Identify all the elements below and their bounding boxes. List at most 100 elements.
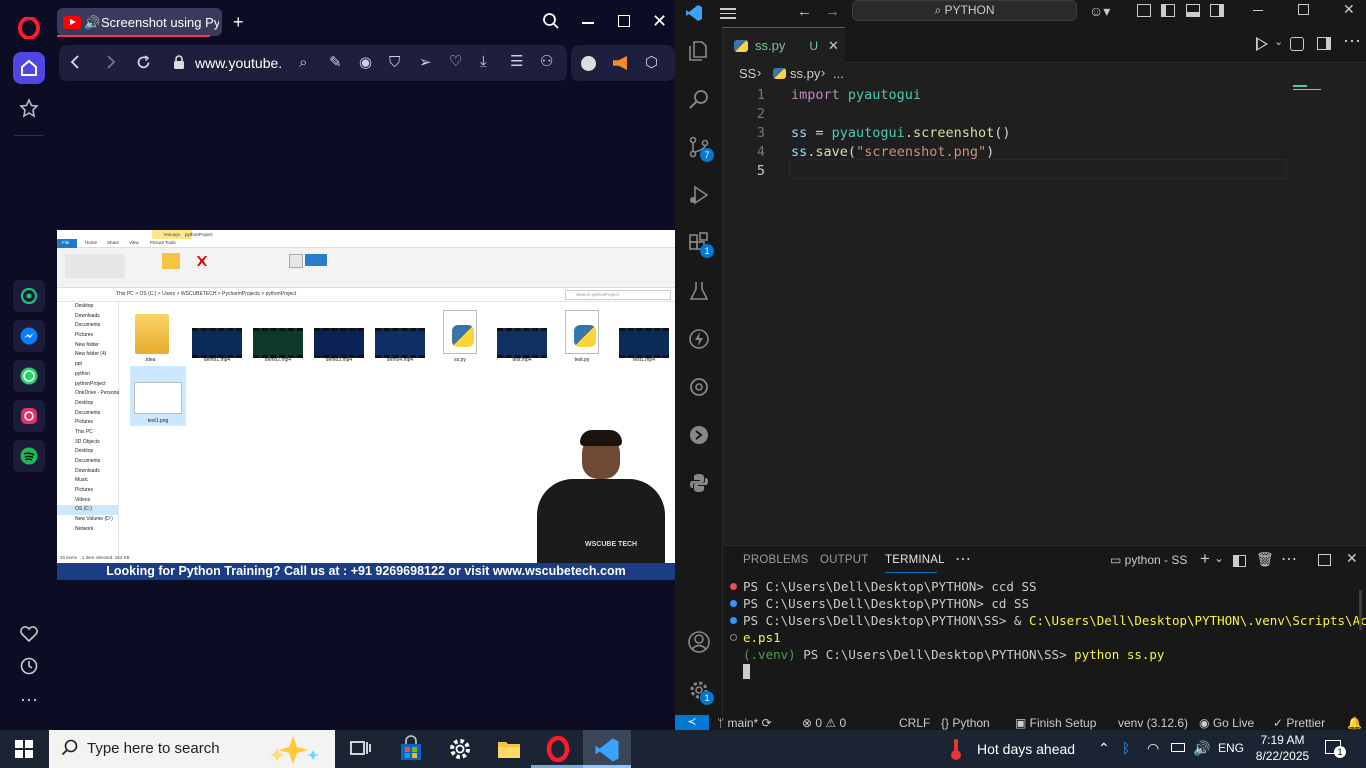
url-input[interactable] [195, 53, 285, 73]
terminal-instance[interactable]: ▭ python - SS [1110, 553, 1187, 567]
lightning-icon[interactable] [687, 327, 711, 351]
run-debug-icon[interactable] [687, 183, 711, 207]
vscode-close-icon[interactable]: ✕ [1343, 1, 1355, 18]
vscode-taskbar-active[interactable] [583, 730, 631, 768]
bluetooth-icon[interactable]: ᛒ [1122, 740, 1130, 756]
vscode-maximize-icon[interactable] [1298, 4, 1309, 15]
kill-terminal-icon[interactable]: 🗑 [1256, 551, 1274, 568]
ext-cube-icon[interactable]: ⬡ [645, 55, 658, 70]
instagram-icon[interactable] [13, 400, 45, 432]
close-window-icon[interactable]: ✕ [652, 12, 667, 30]
profile-icon[interactable]: ⚇ [540, 54, 553, 69]
chatgpt-ext-icon[interactable] [687, 375, 711, 399]
zoom-icon[interactable]: ⌕ [299, 55, 307, 70]
opera-taskbar-icon[interactable] [543, 734, 573, 764]
minimap[interactable] [1293, 85, 1329, 93]
send-icon[interactable]: ➢ [419, 55, 432, 70]
copilot-icon[interactable]: ☺▾ [1089, 3, 1110, 20]
toggle-panel-icon[interactable] [1186, 4, 1200, 17]
minimize-icon[interactable] [582, 22, 594, 24]
testing-flask-icon[interactable] [687, 279, 711, 303]
tab-output[interactable]: OUTPUT [820, 554, 868, 566]
easy-setup-icon[interactable]: ☰ [510, 54, 523, 69]
chatgpt-icon[interactable] [13, 280, 45, 312]
breadcrumb-file[interactable]: ss.py [790, 66, 820, 81]
volume-icon[interactable]: 🔊 [1193, 740, 1210, 757]
maximize-panel-icon[interactable] [1318, 554, 1331, 566]
editor-more-icon[interactable]: ⋯ [1343, 31, 1361, 52]
tab-terminal[interactable]: TERMINAL [885, 554, 945, 566]
spotify-icon[interactable] [13, 440, 45, 472]
weather-text[interactable]: Hot days ahead [977, 741, 1075, 757]
accounts-icon[interactable] [687, 630, 711, 654]
more-options-icon[interactable]: ⋯ [13, 684, 45, 716]
tab-problems[interactable]: PROBLEMS [743, 554, 809, 566]
terminal-scrollbar[interactable] [1359, 590, 1362, 630]
clock[interactable]: 7:19 AM 8/22/2025 [1255, 732, 1310, 764]
home-icon[interactable] [13, 52, 45, 84]
history-clock-icon[interactable] [13, 650, 45, 682]
run-file-icon[interactable] [1256, 37, 1268, 51]
language-indicator[interactable]: ENG [1218, 741, 1244, 755]
settings-icon[interactable] [445, 734, 475, 764]
shield-icon[interactable]: ⛉ [389, 55, 400, 70]
heart-icon[interactable]: ♡ [449, 54, 462, 69]
ext-audio-icon[interactable] [613, 56, 627, 70]
language-status[interactable]: {} Python [941, 716, 990, 730]
search-icon[interactable] [687, 87, 711, 111]
tab-ss-py[interactable]: ss.py U ✕ [723, 27, 845, 63]
prettier-status[interactable]: ✓ Prettier [1273, 716, 1325, 730]
camera-icon[interactable]: ◉ [359, 55, 372, 70]
forward-icon[interactable] [105, 55, 117, 69]
explorer-icon[interactable] [687, 39, 711, 63]
close-tab-icon[interactable]: ✕ [828, 38, 839, 54]
command-decoration-icon[interactable] [730, 583, 737, 590]
maximize-icon[interactable] [618, 15, 630, 27]
weather-thermometer-icon[interactable] [948, 737, 964, 761]
code-editor[interactable]: 1 import pyautogui 2 3 ss = pyautogui.screen… [723, 85, 1366, 540]
problems-status[interactable]: ⊗ 0 ⚠ 0 [802, 716, 846, 730]
menu-icon[interactable] [720, 6, 736, 20]
remote-explorer-icon[interactable] [687, 423, 711, 447]
battery-icon[interactable] [1171, 743, 1185, 752]
download-icon[interactable]: ⤓ [480, 54, 487, 69]
show-hidden-icons-icon[interactable]: ⌃ [1098, 740, 1110, 757]
eol-status[interactable]: CRLF [899, 716, 930, 730]
vscode-minimize-icon[interactable] [1253, 10, 1263, 12]
task-view-icon[interactable] [345, 734, 375, 764]
command-center[interactable]: ⌕ PYTHON [852, 0, 1077, 21]
python-ext-icon[interactable] [687, 471, 711, 495]
toggle-sidebar-icon[interactable] [1161, 4, 1175, 17]
search-tabs-icon[interactable] [542, 12, 560, 30]
venv-status[interactable]: venv (3.12.6) [1118, 716, 1188, 730]
golive-status[interactable]: ◉ Go Live [1199, 716, 1254, 730]
nav-forward-icon[interactable]: → [825, 3, 840, 20]
video-player[interactable]: Manage pythonProject File Home Share Vie… [57, 230, 675, 580]
notifications-bell-icon[interactable]: 🔔 [1347, 716, 1362, 730]
opera-logo-icon[interactable] [13, 12, 45, 44]
close-panel-icon[interactable]: ✕ [1346, 550, 1358, 567]
whatsapp-icon[interactable] [13, 360, 45, 392]
finish-setup-status[interactable]: ▣ Finish Setup [1015, 716, 1096, 730]
lock-icon[interactable] [173, 55, 185, 70]
reload-icon[interactable] [136, 55, 151, 70]
split-terminal-icon[interactable] [1233, 555, 1246, 567]
taskbar-search[interactable]: Type here to search [49, 730, 335, 768]
edit-icon[interactable]: ✎ [329, 55, 342, 70]
branch-status[interactable]: ᛘ main* ⟳ [717, 716, 772, 730]
breadcrumb-folder[interactable]: SS [739, 66, 756, 81]
toggle-secondary-sidebar-icon[interactable] [1210, 4, 1224, 17]
speed-dial-icon[interactable] [13, 92, 45, 124]
command-decoration-icon[interactable] [730, 617, 737, 624]
command-decoration-icon[interactable] [730, 634, 737, 641]
ext-toggle-icon[interactable] [581, 56, 596, 71]
wifi-icon[interactable]: ◠ [1147, 740, 1159, 757]
new-tab-icon[interactable]: + [233, 13, 244, 31]
windows-start-icon[interactable] [15, 740, 33, 758]
layout-toggle-icon[interactable] [1137, 4, 1151, 17]
compare-changes-icon[interactable] [1290, 37, 1304, 51]
back-icon[interactable] [69, 55, 81, 69]
nav-back-icon[interactable]: ← [797, 3, 812, 20]
messenger-icon[interactable] [13, 320, 45, 352]
notification-center-icon[interactable]: 1 [1325, 740, 1346, 758]
